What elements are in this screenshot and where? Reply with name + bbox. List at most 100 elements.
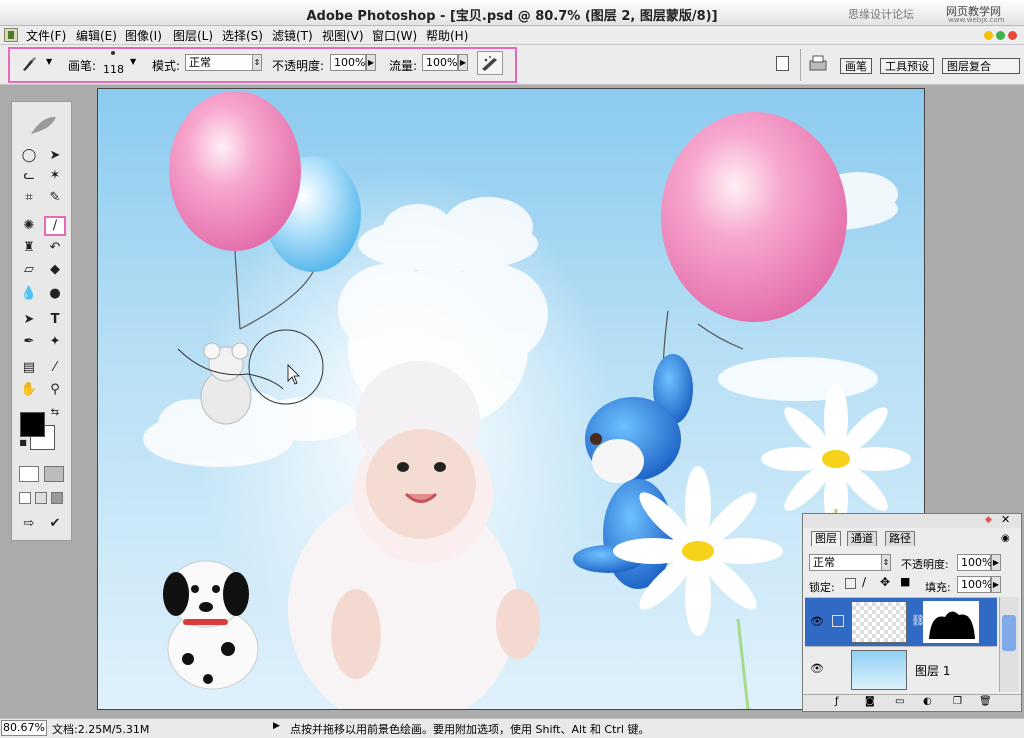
lock-all-icon[interactable]: ■ [900, 575, 910, 588]
zoom-icon[interactable]: ⚲ [44, 380, 66, 400]
magic-wand-icon[interactable]: ✶ [44, 166, 66, 186]
layer-style-icon[interactable]: ƒ [835, 696, 839, 707]
foreground-color-swatch[interactable] [20, 412, 45, 437]
palette-tab-layer-comps[interactable]: 图层复合 [942, 58, 1020, 74]
layer-blend-mode-select[interactable]: 正常 [809, 554, 887, 571]
palette-well-icon[interactable] [808, 53, 828, 73]
panel-minimize-icon[interactable]: ◆ [985, 515, 992, 525]
zoom-level-field[interactable]: 80.67% [1, 720, 47, 736]
brush-icon[interactable]: ∕ [44, 216, 66, 236]
panel-menu-icon[interactable]: ◉ [1001, 533, 1010, 544]
lock-position-icon[interactable]: ✥ [880, 575, 890, 589]
menu-view[interactable]: 视图(V) [322, 27, 364, 44]
screen-mode-full-menu-icon[interactable] [35, 492, 47, 504]
palette-tab-brushes[interactable]: 画笔 [840, 58, 872, 74]
layer-row-layer-1[interactable]: 👁 图层 1 [805, 646, 997, 692]
menu-filter[interactable]: 滤镜(T) [272, 27, 313, 44]
blur-icon[interactable]: 💧 [18, 284, 40, 304]
screen-mode-full-icon[interactable] [51, 492, 63, 504]
lock-label: 锁定: [809, 581, 835, 594]
menu-bar: 文件(F) 编辑(E) 图像(I) 图层(L) 选择(S) 滤镜(T) 视图(V… [0, 26, 1024, 45]
new-group-icon[interactable]: ▭ [895, 696, 904, 707]
type-icon[interactable]: T [44, 310, 66, 330]
maximize-icon[interactable] [996, 31, 1005, 40]
imageready-icon[interactable]: ✔ [44, 514, 66, 534]
layer-name[interactable]: 图层 1 [915, 662, 950, 679]
tab-channels[interactable]: 通道 [847, 531, 877, 546]
menu-file[interactable]: 文件(F) [26, 27, 66, 44]
layers-scrollbar[interactable] [999, 597, 1019, 692]
fill-input[interactable]: 100% [957, 576, 992, 593]
options-highlight-frame [8, 47, 517, 83]
menu-image[interactable]: 图像(I) [125, 27, 162, 44]
visibility-eye-icon[interactable]: 👁 [810, 615, 824, 629]
eyedropper-icon[interactable]: ⁄ [44, 358, 66, 378]
menu-help[interactable]: 帮助(H) [426, 27, 468, 44]
menu-edit[interactable]: 编辑(E) [76, 27, 117, 44]
menu-select[interactable]: 选择(S) [222, 27, 263, 44]
bucket-icon[interactable]: ◆ [44, 260, 66, 280]
status-arrow-icon[interactable]: ▶ [273, 721, 280, 731]
watermark-text: 思缘设计论坛 [848, 8, 914, 21]
panel-close-icon[interactable]: ✕ [1001, 513, 1010, 526]
lock-transparency-icon[interactable] [845, 578, 856, 589]
screen-mode-standard-icon[interactable] [19, 492, 31, 504]
layer-thumbnail[interactable] [851, 650, 907, 690]
blend-mode-arrows-icon[interactable]: ⇕ [881, 554, 891, 571]
layer-row-layer-2[interactable]: 👁 ⛓ [805, 597, 997, 646]
slice-icon[interactable]: ✎ [44, 188, 66, 208]
dodge-icon[interactable]: ● [44, 284, 66, 304]
path-select-icon[interactable]: ➤ [18, 310, 40, 330]
layer-opacity-input[interactable]: 100% [957, 554, 992, 571]
scrollbar-thumb[interactable] [1002, 615, 1016, 651]
tab-layers[interactable]: 图层 [811, 531, 841, 546]
hand-icon[interactable]: ✋ [18, 380, 40, 400]
notes-icon[interactable]: ▤ [18, 358, 40, 378]
history-brush-icon[interactable]: ↶ [44, 238, 66, 258]
watermark-text-3: www.webjx.com [948, 16, 1005, 24]
move-icon[interactable]: ➤ [44, 146, 66, 166]
brush-link-icon[interactable] [832, 615, 844, 627]
minimize-icon[interactable] [984, 31, 993, 40]
canvas-artwork [143, 91, 911, 709]
crop-icon[interactable]: ⌗ [18, 188, 40, 208]
layers-panel: ◆ ✕ 图层 通道 路径 ◉ 正常 ⇕ 不透明度: 100% ▶ 锁定: ∕ ✥… [802, 513, 1022, 712]
document-size[interactable]: 文档:2.25M/5.31M [52, 721, 149, 737]
layer-mask-thumbnail[interactable] [923, 601, 979, 643]
shape-icon[interactable]: ✦ [44, 332, 66, 352]
default-colors-icon[interactable]: ■ [18, 438, 28, 448]
document-canvas[interactable] [97, 88, 925, 710]
menu-layer[interactable]: 图层(L) [173, 27, 213, 44]
layer-opacity-arrow-icon[interactable]: ▶ [991, 554, 1001, 571]
close-icon[interactable] [1008, 31, 1017, 40]
adjustment-layer-icon[interactable]: ◐ [923, 696, 932, 707]
jump-to-imageready-icon[interactable]: ⇨ [18, 514, 40, 534]
new-layer-icon[interactable]: ❐ [953, 696, 962, 707]
swap-colors-icon[interactable]: ⇆ [48, 406, 62, 420]
layer-thumbnail[interactable] [851, 601, 907, 643]
healing-icon[interactable]: ✺ [18, 216, 40, 236]
divider [800, 49, 801, 81]
quick-mask-mode-icon[interactable] [44, 466, 64, 482]
menu-window[interactable]: 窗口(W) [372, 27, 417, 44]
layer-opacity-label: 不透明度: [901, 558, 949, 571]
palette-tab-tool-presets[interactable]: 工具预设 [880, 58, 934, 74]
feather-icon[interactable] [28, 114, 58, 136]
stamp-icon[interactable]: ♜ [18, 238, 40, 258]
visibility-eye-icon[interactable]: 👁 [810, 662, 824, 676]
file-browser-icon[interactable] [776, 56, 789, 71]
add-mask-icon[interactable]: ◙ [865, 696, 875, 707]
standard-mode-icon[interactable] [19, 466, 39, 482]
fill-arrow-icon[interactable]: ▶ [991, 576, 1001, 593]
pen-icon[interactable]: ✒ [18, 332, 40, 352]
lasso-icon[interactable]: ᓚ [18, 166, 40, 186]
toolbox: ◯ ➤ ᓚ ✶ ⌗ ✎ ✺ ∕ ♜ ↶ ▱ ◆ 💧 ● ➤ T ✒ ✦ ▤ ⁄ … [11, 101, 72, 541]
photoshop-doc-icon[interactable] [4, 28, 18, 42]
layers-panel-header: ◆ ✕ [803, 513, 1021, 528]
tab-paths[interactable]: 路径 [885, 531, 915, 546]
delete-layer-icon[interactable]: 🗑 [979, 696, 992, 707]
lock-pixels-icon[interactable]: ∕ [862, 575, 866, 589]
marquee-icon[interactable]: ◯ [18, 146, 40, 166]
eraser-icon[interactable]: ▱ [18, 260, 40, 280]
title-bar: Adobe Photoshop - [宝贝.psd @ 80.7% (图层 2,… [0, 0, 1024, 26]
